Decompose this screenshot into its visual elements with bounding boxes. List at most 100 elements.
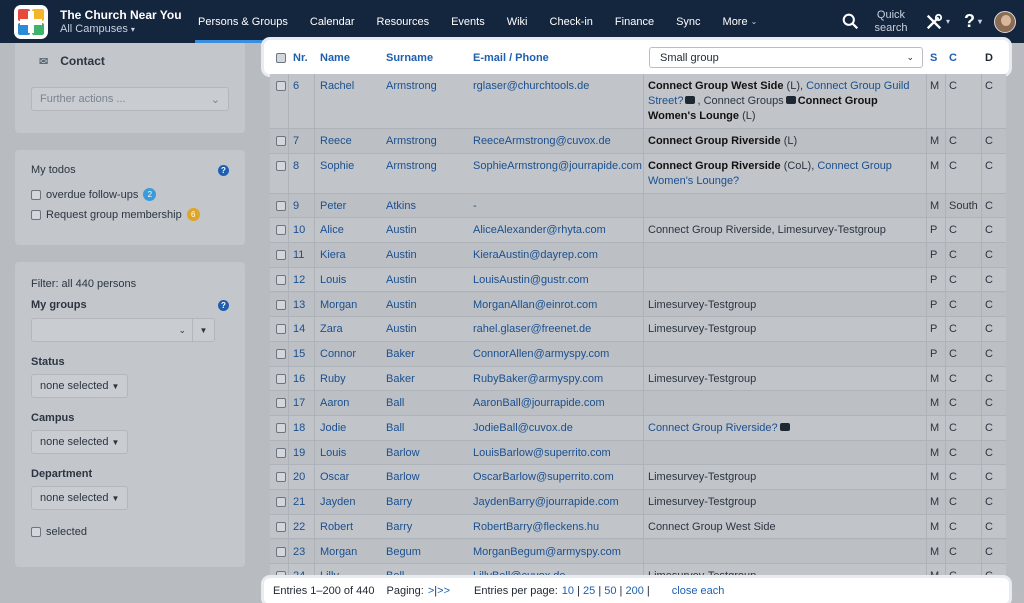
row-nr[interactable]: 10 [293, 223, 305, 238]
row-name[interactable]: Alice [320, 223, 344, 238]
row-nr[interactable]: 17 [293, 396, 305, 411]
nav-calendar[interactable]: Calendar [299, 0, 366, 43]
app-logo[interactable] [14, 4, 48, 39]
table-row[interactable]: 20 Oscar Barlow OscarBarlow@superrito.com Li… [270, 465, 1006, 491]
table-row[interactable]: 14 Zara Austin rahel.glaser@freenet.de Limes… [270, 317, 1006, 342]
row-checkbox[interactable] [276, 274, 286, 285]
row-surname[interactable]: Baker [386, 372, 415, 387]
row-name[interactable]: Peter [320, 199, 346, 214]
row-nr[interactable]: 23 [293, 545, 305, 560]
row-name[interactable]: Sophie [320, 159, 354, 174]
row-nr[interactable]: 19 [293, 446, 305, 461]
per-page-25[interactable]: 25 [583, 585, 595, 597]
row-email[interactable]: LouisAustin@gustr.com [473, 273, 589, 288]
row-nr[interactable]: 12 [293, 273, 305, 288]
help-icon[interactable]: ? [218, 164, 229, 176]
row-email[interactable]: - [473, 199, 477, 214]
row-name[interactable]: Ruby [320, 372, 346, 387]
header-email[interactable]: E-mail / Phone [473, 52, 549, 64]
row-email[interactable]: RobertBarry@fleckens.hu [473, 520, 599, 535]
row-nr[interactable]: 21 [293, 495, 305, 510]
todo-overdue-follow-ups[interactable]: overdue follow-ups 2 [31, 188, 229, 201]
row-nr[interactable]: 6 [293, 79, 299, 94]
campus-select[interactable]: none selected ▼ [31, 430, 129, 454]
table-row[interactable]: 17 Aaron Ball AaronBall@jourrapide.com M C C [270, 391, 1006, 416]
my-groups-select[interactable]: ⌄ [31, 318, 193, 342]
header-name[interactable]: Name [320, 52, 350, 64]
row-checkbox[interactable] [276, 472, 286, 483]
row-email[interactable]: SophieArmstrong@jourrapide.com [473, 159, 642, 174]
row-email[interactable]: RubyBaker@armyspy.com [473, 372, 603, 387]
nav-wiki[interactable]: Wiki [496, 0, 539, 43]
table-row[interactable]: 13 Morgan Austin MorganAllan@einrot.com Lime… [270, 292, 1006, 318]
row-surname[interactable]: Austin [386, 298, 417, 313]
row-nr[interactable]: 15 [293, 347, 305, 362]
row-checkbox[interactable] [276, 324, 286, 335]
row-checkbox[interactable] [276, 160, 286, 171]
group-type-select[interactable]: Small group ⌄ [649, 47, 923, 68]
table-row[interactable]: 21 Jayden Barry JaydenBarry@jourrapide.com L… [270, 490, 1006, 515]
row-checkbox[interactable] [276, 348, 286, 359]
nav-events[interactable]: Events [440, 0, 496, 43]
nav-resources[interactable]: Resources [366, 0, 441, 43]
table-row[interactable]: 10 Alice Austin AliceAlexander@rhyta.com Con… [270, 218, 1006, 244]
row-name[interactable]: Oscar [320, 470, 349, 485]
row-checkbox[interactable] [276, 447, 286, 458]
row-surname[interactable]: Austin [386, 223, 417, 238]
row-surname[interactable]: Atkins [386, 199, 416, 214]
row-name[interactable]: Aaron [320, 396, 349, 411]
row-checkbox[interactable] [276, 497, 286, 508]
table-row[interactable]: 12 Louis Austin LouisAustin@gustr.com P C C [270, 267, 1006, 293]
nav-sync[interactable]: Sync [665, 0, 711, 43]
header-surname[interactable]: Surname [386, 52, 433, 64]
table-row[interactable]: 6 Rachel Armstrong rglaser@churchtools.de Co… [270, 74, 1006, 129]
row-surname[interactable]: Barlow [386, 446, 420, 461]
table-row[interactable]: 23 Morgan Begum MorganBegum@armyspy.com M C C [270, 539, 1006, 565]
row-email[interactable]: rglaser@churchtools.de [473, 79, 589, 94]
org-switcher[interactable]: The Church Near You All Campuses ▾ [60, 8, 185, 35]
tools-menu[interactable]: ▾ [925, 13, 950, 31]
table-row[interactable]: 22 Robert Barry RobertBarry@fleckens.hu Conn… [270, 514, 1006, 540]
table-row[interactable]: 11 Kiera Austin KieraAustin@dayrep.com P C C [270, 243, 1006, 268]
row-name[interactable]: Rachel [320, 79, 354, 94]
checkbox[interactable] [31, 189, 41, 200]
row-name[interactable]: Reece [320, 134, 352, 149]
row-email[interactable]: MorganAllan@einrot.com [473, 298, 597, 313]
row-nr[interactable]: 20 [293, 470, 305, 485]
row-email[interactable]: ConnorAllen@armyspy.com [473, 347, 609, 362]
paging-last-link[interactable]: >> [437, 585, 450, 597]
row-name[interactable]: Morgan [320, 298, 357, 313]
row-surname[interactable]: Austin [386, 322, 417, 337]
row-checkbox[interactable] [276, 136, 286, 146]
row-checkbox[interactable] [276, 81, 286, 91]
row-nr[interactable]: 18 [293, 421, 305, 436]
row-name[interactable]: Morgan [320, 545, 357, 560]
row-surname[interactable]: Barlow [386, 470, 420, 485]
table-row[interactable]: 15 Connor Baker ConnorAllen@armyspy.com P C C [270, 341, 1006, 367]
avatar[interactable] [994, 10, 1016, 33]
nav-check-in[interactable]: Check-in [539, 0, 604, 43]
nav-persons-groups[interactable]: Persons & Groups [187, 0, 299, 43]
row-surname[interactable]: Armstrong [386, 159, 437, 174]
row-surname[interactable]: Austin [386, 248, 417, 263]
row-name[interactable]: Connor [320, 347, 356, 362]
help-menu[interactable]: ? ▾ [964, 11, 982, 32]
table-row[interactable]: 9 Peter Atkins - M South C [270, 193, 1006, 219]
row-email[interactable]: ReeceArmstrong@cuvox.de [473, 134, 611, 149]
row-nr[interactable]: 7 [293, 134, 299, 149]
row-nr[interactable]: 11 [293, 248, 304, 263]
row-checkbox[interactable] [276, 423, 286, 433]
row-name[interactable]: Louis [320, 273, 346, 288]
row-checkbox[interactable] [276, 546, 286, 557]
selected-filter[interactable]: selected [31, 526, 229, 538]
row-nr[interactable]: 8 [293, 159, 299, 174]
department-select[interactable]: none selected ▼ [31, 486, 129, 510]
quick-search[interactable]: Quick search [842, 9, 911, 35]
nav-more[interactable]: More ⌄ [712, 0, 769, 43]
checkbox[interactable] [31, 209, 41, 220]
help-icon[interactable]: ? [218, 299, 229, 311]
header-nr[interactable]: Nr. [293, 52, 308, 64]
select-all-checkbox[interactable] [276, 53, 286, 63]
row-name[interactable]: Zara [320, 322, 343, 337]
table-row[interactable]: 8 Sophie Armstrong SophieArmstrong@jourrapi… [270, 153, 1006, 194]
